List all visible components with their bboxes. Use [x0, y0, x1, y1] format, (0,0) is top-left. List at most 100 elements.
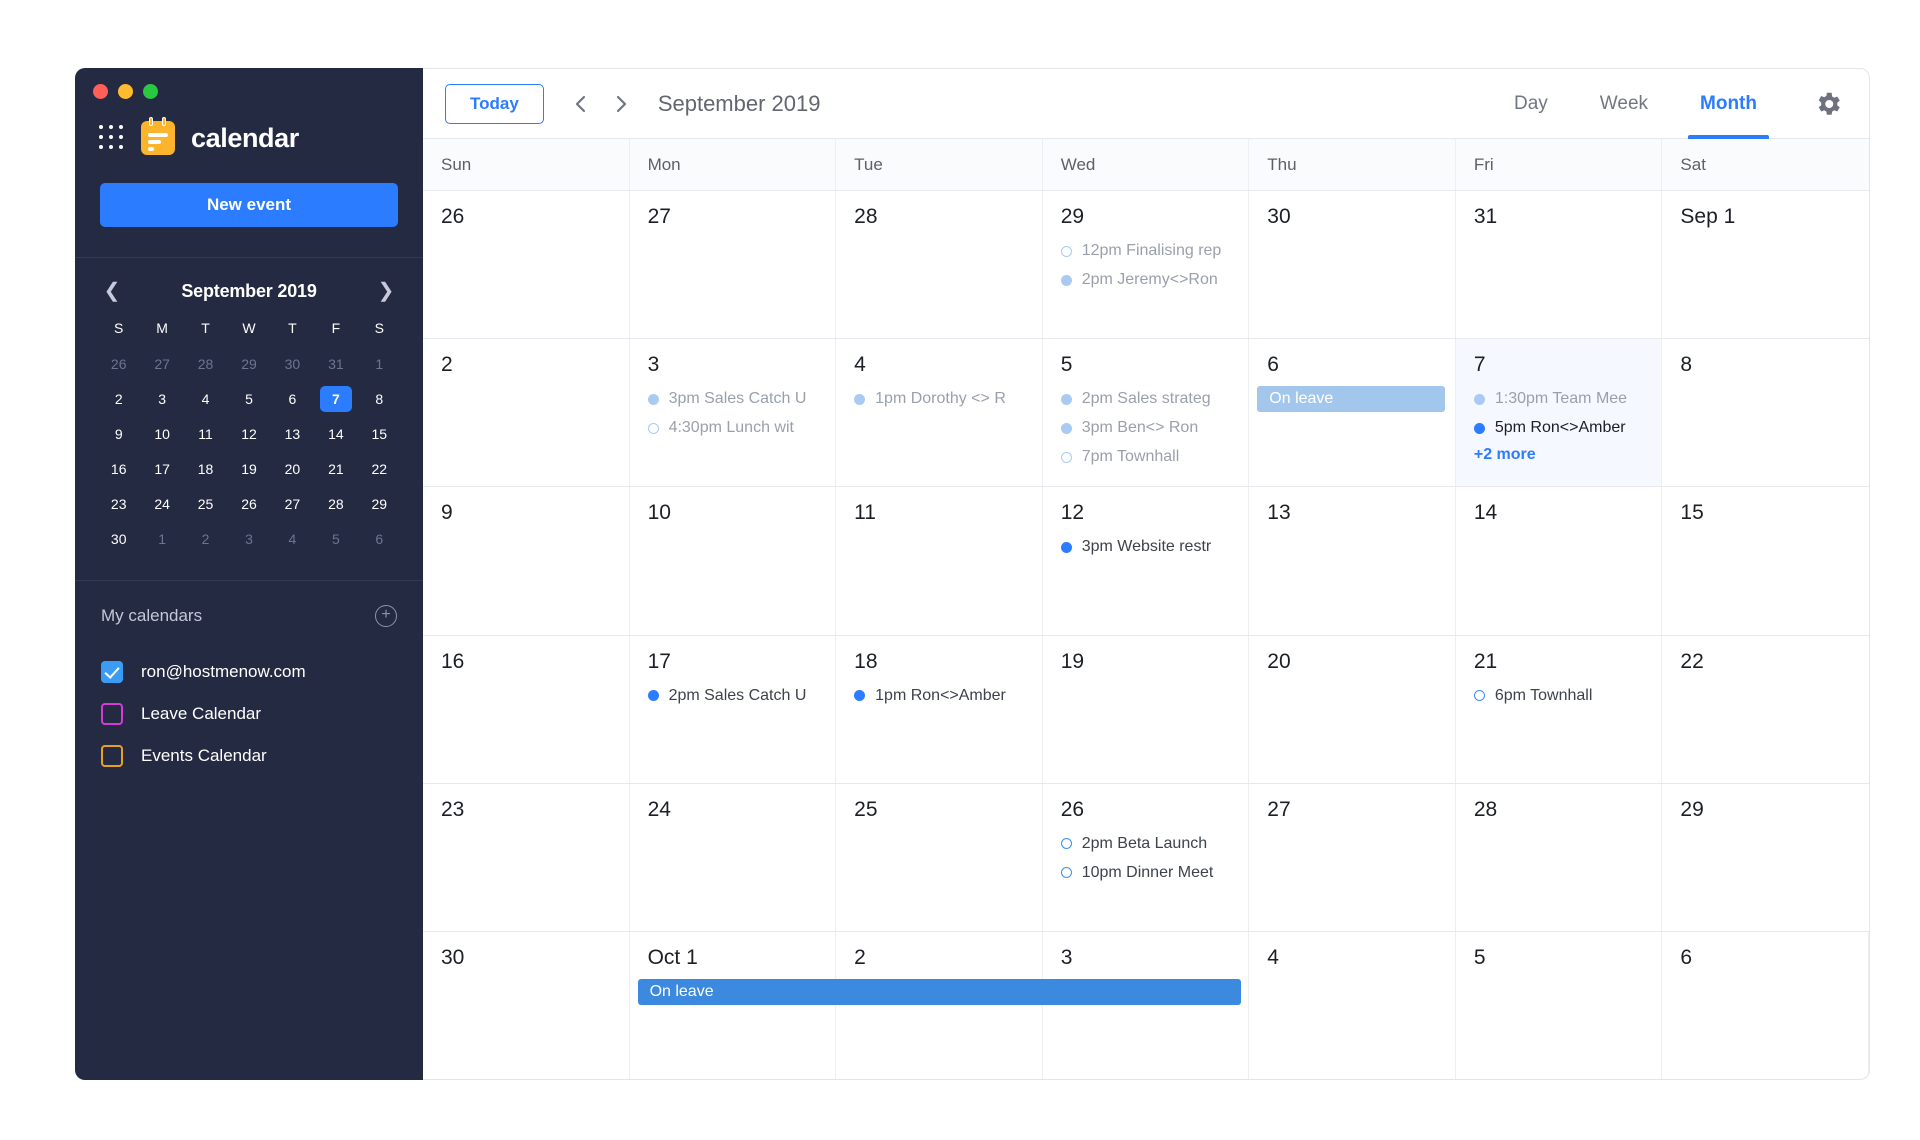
day-cell[interactable]: 5	[1456, 932, 1663, 1079]
mini-calendar-day[interactable]: 24	[146, 491, 177, 517]
mini-calendar-day[interactable]: 11	[190, 421, 221, 447]
event-item[interactable]: 2pm Sales strateg	[1043, 386, 1249, 412]
new-event-button[interactable]: New event	[100, 183, 398, 227]
day-cell[interactable]: 25	[836, 784, 1043, 931]
day-cell[interactable]: 6On leave	[1249, 339, 1456, 486]
event-item[interactable]: 3pm Ben<> Ron	[1043, 415, 1249, 441]
mini-calendar-day[interactable]: 31	[320, 351, 351, 377]
event-item[interactable]: 3pm Website restr	[1043, 534, 1249, 560]
event-item[interactable]: 3pm Sales Catch U	[630, 386, 836, 412]
calendar-list-item[interactable]: ron@hostmenow.com	[101, 651, 397, 693]
mini-calendar-day[interactable]: 29	[364, 491, 395, 517]
day-cell[interactable]: 2	[423, 339, 630, 486]
mini-calendar-day[interactable]: 26	[103, 351, 134, 377]
day-cell[interactable]: 26	[423, 191, 630, 338]
day-cell[interactable]: 28	[1456, 784, 1663, 931]
day-cell[interactable]: Sep 1	[1662, 191, 1869, 338]
day-cell[interactable]: 31	[1456, 191, 1663, 338]
mini-calendar-day[interactable]: 16	[103, 456, 134, 482]
mini-calendar-day[interactable]: 21	[320, 456, 351, 482]
mini-calendar-next-icon[interactable]: ❯	[375, 280, 397, 302]
event-item[interactable]: 1pm Dorothy <> R	[836, 386, 1042, 412]
day-cell[interactable]: 29	[1662, 784, 1869, 931]
multi-day-event-bar[interactable]: On leave	[638, 979, 1242, 1005]
event-item[interactable]: 2pm Beta Launch	[1043, 831, 1249, 857]
mini-calendar-day[interactable]: 3	[146, 386, 177, 412]
mini-calendar-day[interactable]: 8	[364, 386, 395, 412]
mini-calendar-day[interactable]: 10	[146, 421, 177, 447]
event-item[interactable]: 2pm Sales Catch U	[630, 683, 836, 709]
day-cell[interactable]: 172pm Sales Catch U	[630, 636, 837, 783]
calendar-checkbox[interactable]	[101, 661, 123, 683]
mini-calendar-day[interactable]: 27	[146, 351, 177, 377]
tab-week[interactable]: Week	[1574, 69, 1674, 139]
day-cell[interactable]: 33pm Sales Catch U4:30pm Lunch wit	[630, 339, 837, 486]
day-cell[interactable]: 181pm Ron<>Amber	[836, 636, 1043, 783]
event-item[interactable]: 12pm Finalising rep	[1043, 238, 1249, 264]
mini-calendar-day[interactable]: 20	[277, 456, 308, 482]
mini-calendar-day[interactable]: 27	[277, 491, 308, 517]
event-item[interactable]: 10pm Dinner Meet	[1043, 860, 1249, 886]
mini-calendar-day[interactable]: 29	[233, 351, 264, 377]
day-cell[interactable]: 15	[1662, 487, 1869, 634]
mini-calendar-prev-icon[interactable]: ❮	[101, 280, 123, 302]
day-cell[interactable]: 27	[1249, 784, 1456, 931]
add-calendar-icon[interactable]: +	[375, 605, 397, 627]
more-events-link[interactable]: +2 more	[1456, 446, 1662, 464]
day-cell[interactable]: 4	[1249, 932, 1456, 1079]
gear-icon[interactable]	[1813, 89, 1843, 119]
event-item[interactable]: 1:30pm Team Mee	[1456, 386, 1662, 412]
mini-calendar-day[interactable]: 4	[277, 526, 308, 552]
mini-calendar-day[interactable]: 1	[364, 351, 395, 377]
day-cell[interactable]: 23	[423, 784, 630, 931]
mini-calendar-day[interactable]: 22	[364, 456, 395, 482]
event-item[interactable]: 2pm Jeremy<>Ron	[1043, 267, 1249, 293]
event-item[interactable]: 7pm Townhall	[1043, 444, 1249, 470]
mini-calendar-day[interactable]: 2	[103, 386, 134, 412]
app-grid-icon[interactable]	[99, 125, 125, 151]
event-item[interactable]: 1pm Ron<>Amber	[836, 683, 1042, 709]
mini-calendar-day[interactable]: 23	[103, 491, 134, 517]
mini-calendar-day[interactable]: 15	[364, 421, 395, 447]
mini-calendar-day[interactable]: 14	[320, 421, 351, 447]
mini-calendar-day[interactable]: 26	[233, 491, 264, 517]
mini-calendar-day[interactable]: 12	[233, 421, 264, 447]
day-cell[interactable]: 28	[836, 191, 1043, 338]
tab-month[interactable]: Month	[1674, 69, 1783, 139]
day-cell[interactable]: 30	[423, 932, 630, 1079]
today-button[interactable]: Today	[445, 84, 544, 124]
mini-calendar-day[interactable]: 30	[103, 526, 134, 552]
calendar-checkbox[interactable]	[101, 703, 123, 725]
prev-month-icon[interactable]	[564, 87, 598, 121]
day-cell[interactable]: 24	[630, 784, 837, 931]
calendar-list-item[interactable]: Events Calendar	[101, 735, 397, 777]
mini-calendar-day[interactable]: 17	[146, 456, 177, 482]
day-cell[interactable]: 9	[423, 487, 630, 634]
day-cell[interactable]: 10	[630, 487, 837, 634]
day-cell-today[interactable]: 71:30pm Team Mee5pm Ron<>Amber+2 more	[1456, 339, 1663, 486]
mini-calendar-day-today[interactable]: 7	[320, 386, 351, 412]
next-month-icon[interactable]	[604, 87, 638, 121]
day-cell[interactable]: 216pm Townhall	[1456, 636, 1663, 783]
mini-calendar-day[interactable]: 28	[320, 491, 351, 517]
calendar-list-item[interactable]: Leave Calendar	[101, 693, 397, 735]
calendar-checkbox[interactable]	[101, 745, 123, 767]
event-item[interactable]: 5pm Ron<>Amber	[1456, 415, 1662, 441]
mini-calendar-day[interactable]: 13	[277, 421, 308, 447]
day-cell[interactable]: 30	[1249, 191, 1456, 338]
day-cell[interactable]: 14	[1456, 487, 1663, 634]
day-cell[interactable]: 16	[423, 636, 630, 783]
day-cell[interactable]: 2	[836, 932, 1043, 1079]
mini-calendar-day[interactable]: 5	[233, 386, 264, 412]
mini-calendar-day[interactable]: 5	[320, 526, 351, 552]
mini-calendar-day[interactable]: 28	[190, 351, 221, 377]
mini-calendar-day[interactable]: 30	[277, 351, 308, 377]
day-cell[interactable]: 8	[1662, 339, 1869, 486]
mini-calendar-day[interactable]: 6	[364, 526, 395, 552]
mini-calendar-day[interactable]: 1	[146, 526, 177, 552]
mini-calendar-day[interactable]: 18	[190, 456, 221, 482]
day-cell[interactable]: 27	[630, 191, 837, 338]
mini-calendar-day[interactable]: 19	[233, 456, 264, 482]
mini-calendar-day[interactable]: 4	[190, 386, 221, 412]
day-cell[interactable]: 22	[1662, 636, 1869, 783]
